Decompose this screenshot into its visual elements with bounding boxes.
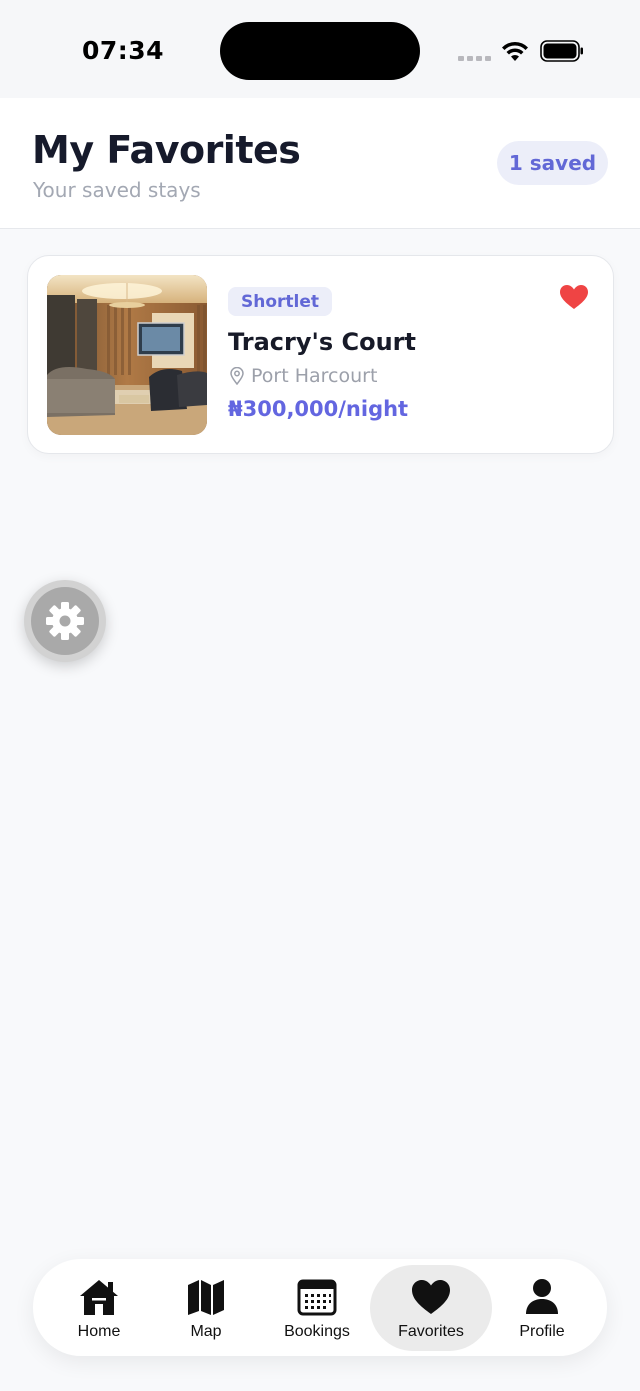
nav-item-home[interactable]: Home xyxy=(45,1265,153,1351)
bottom-navigation: Home Map Bookings Favorites Profile xyxy=(33,1259,607,1356)
cellular-signal-icon xyxy=(458,56,491,61)
heart-icon xyxy=(412,1280,450,1314)
favorite-heart-icon[interactable] xyxy=(559,284,589,310)
nav-item-map[interactable]: Map xyxy=(153,1265,259,1351)
status-bar: 07:34 xyxy=(0,0,640,98)
nav-label-bookings: Bookings xyxy=(284,1323,350,1340)
nav-label-favorites: Favorites xyxy=(398,1323,464,1340)
favorites-screen: 07:34 My Favorites Your saved stays 1 sa… xyxy=(0,0,640,1391)
property-price: ₦300,000/night xyxy=(228,397,409,421)
page-title: My Favorites xyxy=(32,128,301,172)
settings-fab-button[interactable] xyxy=(24,580,106,662)
property-name[interactable]: Tracry's Court xyxy=(228,328,416,356)
location-text: Port Harcourt xyxy=(251,365,378,387)
nav-item-favorites[interactable]: Favorites xyxy=(370,1265,492,1351)
nav-label-map: Map xyxy=(190,1323,222,1340)
property-location: Port Harcourt xyxy=(229,365,377,387)
gear-icon xyxy=(46,602,84,640)
home-icon xyxy=(80,1280,118,1315)
location-pin-icon xyxy=(230,367,244,385)
page-subtitle: Your saved stays xyxy=(33,178,201,202)
nav-label-home: Home xyxy=(77,1323,121,1340)
battery-icon xyxy=(540,40,583,62)
nav-label-profile: Profile xyxy=(519,1323,565,1340)
wifi-icon xyxy=(502,41,528,61)
page-header: My Favorites Your saved stays 1 saved xyxy=(0,98,640,229)
map-icon xyxy=(188,1280,224,1315)
settings-fab-inner xyxy=(31,587,99,655)
saved-count-badge: 1 saved xyxy=(497,141,608,185)
favorite-property-card[interactable]: Shortlet Tracry's Court Port Harcourt ₦3… xyxy=(27,255,614,454)
property-type-tag: Shortlet xyxy=(228,287,333,316)
nav-item-profile[interactable]: Profile xyxy=(492,1265,592,1351)
dynamic-island xyxy=(220,22,420,80)
status-time: 07:34 xyxy=(82,36,165,65)
property-photo xyxy=(47,275,207,435)
nav-item-bookings[interactable]: Bookings xyxy=(259,1265,375,1351)
calendar-icon xyxy=(297,1279,337,1316)
person-icon xyxy=(526,1279,558,1314)
